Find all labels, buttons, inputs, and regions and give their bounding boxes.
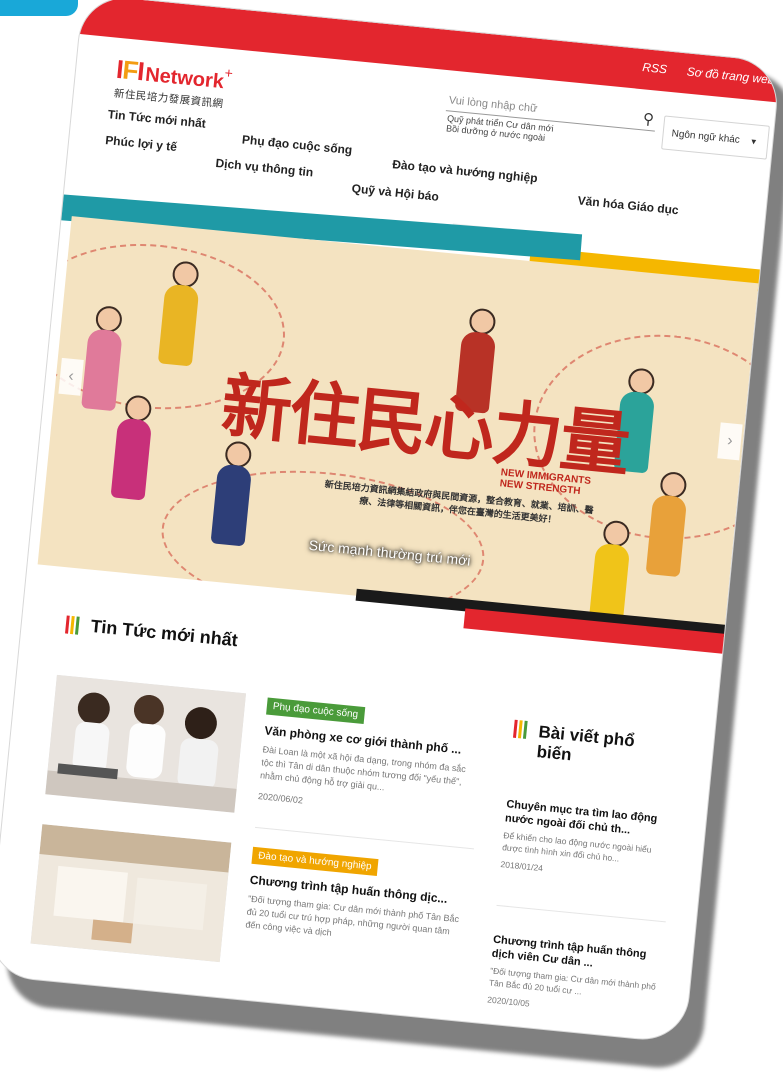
news-thumbnail[interactable] (30, 824, 232, 963)
news-date: 2020/06/02 (257, 791, 304, 806)
popular-heading: Bài viết phổ biến (511, 719, 694, 777)
popular-item[interactable]: Chuyên mục tra tìm lao động nước ngoài đ… (500, 797, 676, 885)
nav-item-health-welfare[interactable]: Phúc lợi y tế (105, 133, 178, 154)
carousel-next-button[interactable]: › (717, 422, 743, 461)
popular-item[interactable]: Chương trình tập huấn thông dịch viên Cư… (487, 933, 663, 1021)
nav-item-info-services[interactable]: Dịch vụ thông tin (215, 156, 314, 179)
search-box: Vui lòng nhập chữ ⚲ Quỹ phát triển Cư dâ… (444, 90, 657, 153)
carousel-prev-button[interactable]: ‹ (58, 357, 84, 396)
hero-banner[interactable]: 新住民心力量 NEW IMMIGRANTS NEW STRENGTH 新住民培力… (37, 216, 759, 632)
website-card: RSS Sơ đồ trang web IFINetwork+ 新住民培力發展資… (0, 0, 781, 1043)
sitemap-link[interactable]: Sơ đồ trang web (686, 64, 775, 87)
section-bars-icon (512, 719, 528, 739)
divider (496, 904, 666, 923)
illustration-person (110, 417, 153, 501)
popular-posts: Bài viết phổ biến Chuyên mục tra tìm lao… (487, 719, 694, 1009)
news-category-tag[interactable]: Đào tạo và hướng nghiệp (251, 846, 379, 877)
logo-plus: + (224, 64, 234, 82)
section-bars-icon (65, 615, 80, 635)
latest-news-heading: Tin Tức mới nhất (65, 614, 239, 652)
news-item[interactable]: Đào tạo và hướng nghiệp Chương trình tập… (30, 824, 481, 996)
rss-link[interactable]: RSS (642, 60, 668, 76)
corner-tab (0, 0, 78, 16)
chevron-down-icon: ▼ (749, 136, 759, 147)
section-title: Tin Tức mới nhất (89, 615, 239, 651)
news-category-tag[interactable]: Phụ đạo cuộc sống (266, 697, 365, 724)
nav-item-culture-education[interactable]: Văn hóa Giáo dục (577, 193, 679, 217)
language-label: Ngôn ngữ khác (671, 127, 741, 146)
nav-item-latest-news[interactable]: Tin Tức mới nhất (107, 107, 206, 131)
search-placeholder: Vui lòng nhập chữ (448, 94, 538, 115)
nav-item-training-jobs[interactable]: Đào tạo và hướng nghiệp (392, 157, 539, 185)
popular-title: Bài viết phổ biến (535, 722, 636, 765)
nav-item-life-guidance[interactable]: Phụ đạo cuộc sống (241, 132, 353, 157)
site-logo[interactable]: IFINetwork+ 新住民培力發展資訊網 (113, 54, 233, 112)
news-item[interactable]: Phụ đạo cuộc sống Văn phòng xe cơ giới t… (44, 674, 495, 847)
illustration-person (645, 494, 688, 578)
logo-mark: IFI (114, 53, 146, 87)
nav-item-fund-newsletter[interactable]: Quỹ và Hội báo (351, 181, 439, 203)
language-select[interactable]: Ngôn ngữ khác ▼ (661, 115, 770, 160)
news-thumbnail[interactable] (45, 674, 247, 813)
search-icon[interactable]: ⚲ (642, 109, 655, 128)
